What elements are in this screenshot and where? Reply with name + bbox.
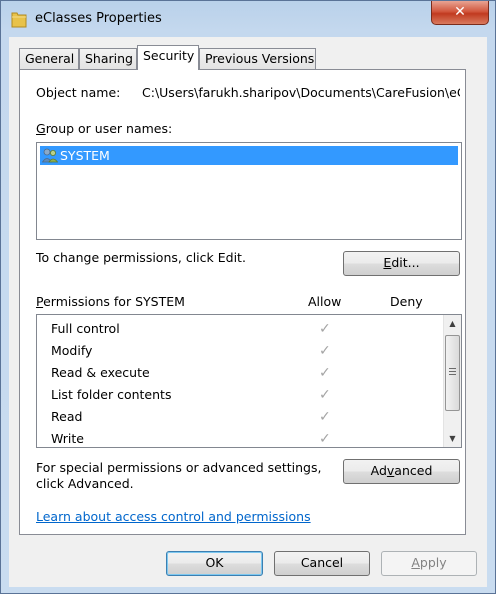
label-text: ermissions for SYSTEM [43,294,185,309]
mnemonic: A [411,555,420,570]
user-name: SYSTEM [60,148,110,163]
tab-label: Previous Versions [205,51,315,66]
label-text: roup or user names: [45,121,173,136]
button-label: pply [419,555,447,570]
permission-name: Read & execute [51,365,150,380]
button-label: anced [394,463,433,478]
object-name-label: Object name: [36,85,121,100]
grip-icon [449,368,456,376]
help-link[interactable]: Learn about access control and permissio… [36,509,311,524]
folder-icon [11,12,27,28]
allow-check-icon: ✓ [319,321,331,337]
tab-label: Sharing [85,51,133,66]
object-name-value: C:\Users\farukh.sharipov\Documents\CareF… [142,85,460,100]
apply-button[interactable]: Apply [381,551,477,576]
permission-row: List folder contents ✓ [51,384,331,406]
button-label: Ad [370,463,387,478]
permissions-label: Permissions for SYSTEM [36,294,185,309]
scroll-up-icon[interactable]: ▲ [444,315,461,332]
advanced-hint-line2: click Advanced. [36,476,134,491]
scroll-thumb[interactable] [445,335,460,411]
tab-label: General [25,51,75,66]
close-button[interactable]: ✕ [431,1,489,25]
list-item[interactable]: SYSTEM [40,146,458,165]
allow-check-icon: ✓ [319,365,331,381]
tab-general[interactable]: General [19,48,79,69]
allow-check-icon: ✓ [319,343,331,359]
tab-label: Security [143,48,195,63]
users-icon [42,148,58,163]
permission-row: Modify ✓ [51,340,331,362]
mnemonic: G [36,121,46,136]
title-bar[interactable]: eClasses Properties ✕ [1,1,495,37]
permission-row: Read & execute ✓ [51,362,331,384]
edit-button[interactable]: Edit... [343,251,460,276]
close-icon: ✕ [454,4,466,20]
tab-previous-versions[interactable]: Previous Versions [199,48,316,69]
edit-hint: To change permissions, click Edit. [36,250,246,265]
allow-check-icon: ✓ [319,431,331,447]
ok-button[interactable]: OK [166,551,263,576]
cancel-button[interactable]: Cancel [274,551,370,576]
advanced-hint-line1: For special permissions or advanced sett… [36,460,322,475]
properties-window: eClasses Properties ✕ General Sharing Se… [0,0,496,594]
allow-column-header: Allow [308,294,342,309]
allow-check-icon: ✓ [319,409,331,425]
scroll-down-icon[interactable]: ▼ [444,430,461,447]
button-label: dit... [391,255,420,270]
permission-row: Read ✓ [51,406,331,428]
permissions-scrollbar[interactable]: ▲ ▼ [443,315,461,447]
tab-security[interactable]: Security [137,45,199,70]
permission-name: Read [51,409,83,424]
permission-row: Full control ✓ [51,318,331,340]
permission-name: List folder contents [51,387,172,402]
group-user-names-label: Group or user names: [36,121,172,136]
permission-name: Modify [51,343,93,358]
permissions-list[interactable]: Full control ✓ Modify ✓ Read & execute ✓ Li… [36,314,462,448]
tab-sharing[interactable]: Sharing [79,48,137,69]
permission-name: Write [51,431,85,446]
advanced-button[interactable]: Advanced [343,459,460,484]
security-panel: Object name: C:\Users\farukh.sharipov\Do… [19,69,466,535]
dialog-client-area: General Sharing Security Previous Versio… [9,37,487,587]
window-title: eClasses Properties [35,11,162,26]
permission-row: Write ✓ [51,428,331,447]
group-user-list[interactable]: SYSTEM [36,142,462,240]
allow-check-icon: ✓ [319,387,331,403]
permission-name: Full control [51,321,120,336]
deny-column-header: Deny [390,294,423,309]
